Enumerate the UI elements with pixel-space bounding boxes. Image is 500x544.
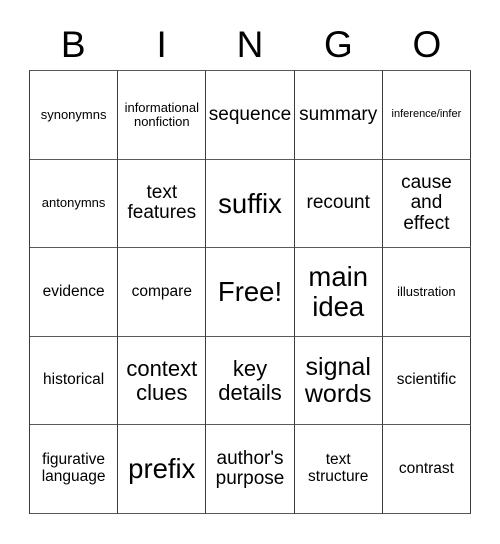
bingo-cell[interactable]: signal words [294,336,383,426]
bingo-cell-label: author's purpose [215,447,285,490]
bingo-cell-label: antonymns [41,195,106,211]
bingo-cell-label: prefix [128,453,196,485]
bingo-cell-label: historical [43,371,105,389]
bingo-cell-label: compare [131,282,192,300]
bingo-free-space-label: Free! [217,276,283,308]
bingo-row: historical context clues key details sig… [30,336,472,426]
bingo-cell-label: informational nonfiction [124,99,200,129]
bingo-cell-label: inference/infer [391,107,462,120]
bingo-cell-label: figurative language [41,451,106,486]
bingo-cell-label: suffix [218,187,282,219]
bingo-cell[interactable]: author's purpose [206,425,295,514]
bingo-cell-label: sequence [208,103,292,125]
bingo-cell[interactable]: informational nonfiction [118,71,207,160]
bingo-cell-label: context clues [126,355,198,405]
bingo-cell[interactable]: scientific [382,336,472,426]
bingo-cell-label: scientific [396,371,457,389]
bingo-cell[interactable]: antonymns [30,159,119,249]
bingo-free-space[interactable]: Free! [206,248,295,337]
bingo-cell[interactable]: inference/infer [382,71,472,160]
bingo-card: B I N G O synonymns informational nonfic… [0,0,500,544]
bingo-cell[interactable]: figurative language [30,425,119,514]
bingo-cell[interactable]: recount [294,159,383,249]
bingo-cell[interactable]: sequence [206,71,295,160]
bingo-cell[interactable]: cause and effect [382,159,472,249]
bingo-cell[interactable]: context clues [118,336,207,426]
bingo-cell-label: recount [306,192,370,214]
bingo-cell-label: synonymns [40,106,107,122]
bingo-cell[interactable]: main idea [294,248,383,337]
bingo-row: antonymns text features suffix recount c… [30,159,472,249]
bingo-header-row: B I N G O [29,18,471,70]
bingo-cell[interactable]: historical [30,336,119,426]
bingo-cell-label: illustration [397,283,456,299]
bingo-cell[interactable]: illustration [382,248,472,337]
bingo-cell[interactable]: text structure [294,425,383,514]
header-letter-i: I [156,23,167,65]
header-letter-g: G [324,23,353,65]
bingo-cell-label: contrast [398,459,454,477]
bingo-cell-label: main idea [308,261,369,322]
bingo-cell-label: summary [299,103,378,125]
bingo-cell-label: text features [127,181,197,224]
bingo-cell-label: cause and effect [401,171,452,234]
bingo-cell[interactable]: suffix [206,159,295,249]
bingo-cell[interactable]: evidence [30,248,119,337]
bingo-cell[interactable]: summary [294,71,383,160]
bingo-cell[interactable]: key details [206,336,295,426]
bingo-cell-label: evidence [42,282,105,300]
bingo-cell-label: text structure [308,451,369,486]
bingo-cell[interactable]: contrast [382,425,472,514]
bingo-cell[interactable]: compare [118,248,207,337]
bingo-cell-label: key details [218,355,282,405]
bingo-row: synonymns informational nonfiction seque… [30,71,472,160]
bingo-cell[interactable]: prefix [118,425,207,514]
bingo-row: evidence compare Free! main idea illustr… [30,248,472,337]
bingo-cell-label: signal words [304,352,372,408]
bingo-grid: synonymns informational nonfiction seque… [29,70,472,514]
header-letter-n: N [236,23,264,65]
header-letter-b: B [60,23,86,65]
bingo-row: figurative language prefix author's purp… [30,425,472,514]
bingo-cell[interactable]: synonymns [30,71,119,160]
header-letter-o: O [412,23,442,65]
bingo-cell[interactable]: text features [118,159,207,249]
